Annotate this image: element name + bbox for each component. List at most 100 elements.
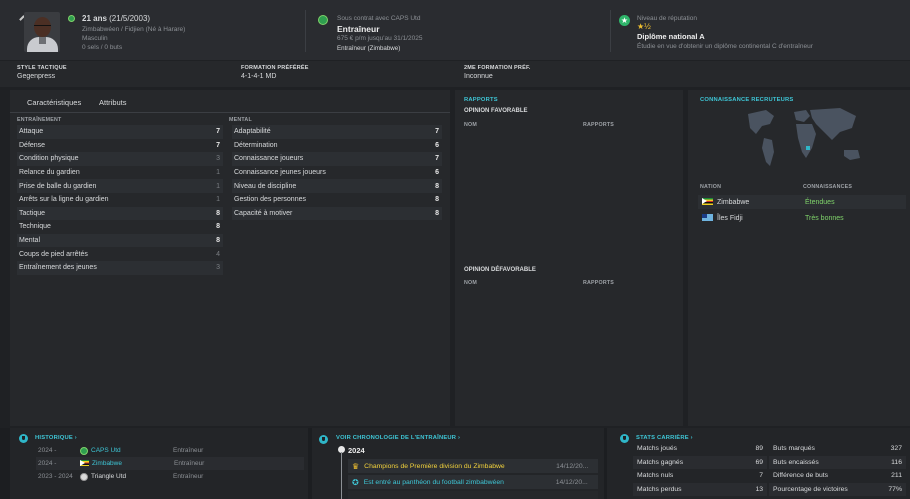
- stat-row: Pourcentage de victoires 77%: [769, 482, 906, 496]
- scouting-col-nation: NATION: [700, 184, 722, 190]
- reputation-star-icon: ★: [619, 15, 630, 26]
- stat-label: Buts marqués: [773, 445, 815, 452]
- attribute-name: Condition physique: [19, 155, 79, 163]
- attribute-name: Technique: [19, 223, 51, 231]
- attribute-name: Défense: [19, 141, 46, 149]
- diploma: Diplôme national A: [637, 32, 705, 41]
- attribute-value: 8: [216, 209, 220, 217]
- stat-row: Matchs joués 89: [633, 442, 767, 455]
- timeline-title[interactable]: VOIR CHRONOLOGIE DE L'ENTRAÎNEUR ›: [336, 435, 460, 441]
- attribute-row[interactable]: Condition physique 3: [17, 152, 223, 166]
- stat-row: Matchs perdus 13: [633, 482, 767, 496]
- tab-attributes[interactable]: Attributs: [89, 98, 138, 113]
- stat-value: 77%: [888, 485, 902, 493]
- contract-detail: 675 € p/m jusqu'au 31/1/2025: [337, 35, 423, 42]
- stats-title[interactable]: STATS CARRIÈRE ›: [636, 435, 693, 441]
- stats-icon: [620, 434, 629, 443]
- scouting-panel: CONNAISSANCE RECRUTEURS NATION CONNAISSA…: [688, 90, 910, 426]
- profile-header: 21 ans (21/5/2003) Zimbabwéen / Fidjien …: [0, 0, 910, 60]
- diploma-detail: Étudie en vue d'obtenir un diplôme conti…: [637, 43, 813, 50]
- attribute-value: 1: [216, 169, 220, 177]
- history-role: Entraîneur: [174, 460, 205, 467]
- attribute-row[interactable]: Prise de balle du gardien 1: [17, 179, 223, 193]
- timeline-item[interactable]: ♛ Champions de Première division du Zimb…: [348, 459, 598, 473]
- tab-characteristics[interactable]: Caractéristiques: [27, 98, 81, 107]
- bottom-bar: HISTORIQUE › 2024 - CAPS Utd Entraîneur …: [0, 428, 910, 499]
- attribute-row[interactable]: Défense 7: [17, 139, 223, 153]
- attribute-row[interactable]: Arrêts sur la ligne du gardien 1: [17, 193, 223, 207]
- timeline-line: [341, 452, 342, 499]
- timeline-icon: [319, 435, 328, 444]
- attribute-value: 7: [216, 141, 220, 149]
- timeline-item[interactable]: ✪ Est entré au panthéon du football zimb…: [348, 475, 598, 489]
- stat-value: 116: [891, 458, 902, 466]
- caps-utd-badge-icon: [80, 446, 88, 455]
- stat-row: Différence de buts 211: [769, 469, 906, 482]
- attribute-row[interactable]: Détermination 6: [232, 139, 442, 153]
- stat-label: Matchs nuls: [637, 472, 674, 479]
- reports-panel: RAPPORTS OPINION FAVORABLE NOM RAPPORTS …: [455, 90, 683, 426]
- history-club[interactable]: CAPS Utd: [91, 447, 173, 454]
- history-club[interactable]: Triangle Utd: [91, 473, 173, 480]
- contract-label[interactable]: Sous contrat avec CAPS Utd: [337, 15, 420, 22]
- formation2-label: 2ME FORMATION PRÉF.: [464, 65, 531, 71]
- attribute-name: Attaque: [19, 128, 44, 136]
- role: Entraîneur: [337, 24, 380, 34]
- hall-of-fame-icon: ✪: [352, 477, 359, 487]
- contract-role-secondary: Entraîneur (Zimbabwe): [337, 45, 401, 52]
- timeline-item-date: 14/12/20...: [555, 478, 588, 486]
- attribute-row[interactable]: Tactique 8: [17, 206, 223, 221]
- tactic-style-value: Gegenpress: [17, 73, 56, 80]
- attribute-value: 8: [435, 182, 439, 190]
- attribute-name: Coups de pied arrêtés: [19, 250, 88, 258]
- history-row[interactable]: 2024 - CAPS Utd Entraîneur: [36, 444, 304, 457]
- history-row[interactable]: 2023 - 2024 Triangle Utd Entraîneur: [36, 470, 304, 483]
- attribute-row[interactable]: Entraînement des jeunes 3: [17, 261, 223, 275]
- attribute-value: 8: [216, 237, 220, 245]
- attribute-row[interactable]: Coups de pied arrêtés 4: [17, 247, 223, 261]
- attribute-row[interactable]: Connaissance jeunes joueurs 6: [232, 166, 442, 180]
- attributes-panel: Caractéristiques Attributs ENTRAÎNEMENT …: [10, 90, 450, 426]
- stat-value: 69: [755, 458, 763, 466]
- attribute-row[interactable]: Gestion des personnes 8: [232, 193, 442, 207]
- attribute-name: Arrêts sur la ligne du gardien: [19, 196, 109, 204]
- history-years: 2024 -: [38, 460, 57, 467]
- unfavorable-col-name: NOM: [464, 280, 477, 286]
- stat-label: Pourcentage de victoires: [773, 485, 848, 493]
- reports-title[interactable]: RAPPORTS: [464, 97, 498, 103]
- timeline-item-date: 14/12/20...: [556, 462, 589, 470]
- attribute-row[interactable]: Connaissance joueurs 7: [232, 152, 442, 166]
- age-line: 21 ans (21/5/2003): [82, 14, 150, 23]
- tactic-style-label: STYLE TACTIQUE: [17, 65, 67, 71]
- history-row[interactable]: 2024 - Zimbabwe Entraîneur: [36, 457, 304, 470]
- history-club[interactable]: Zimbabwe: [92, 460, 174, 467]
- attribute-row[interactable]: Technique 8: [17, 220, 223, 234]
- stat-value: 327: [890, 445, 902, 452]
- stat-label: Buts encaissés: [773, 458, 819, 466]
- attribute-row[interactable]: Niveau de discipline 8: [232, 179, 442, 193]
- scouting-row[interactable]: Zimbabwe Étendues: [698, 195, 906, 209]
- scouting-nation: Îles Fidji: [717, 214, 743, 222]
- attribute-row[interactable]: Adaptabilité 7: [232, 125, 442, 139]
- gender: Masculin: [82, 35, 108, 42]
- history-title[interactable]: HISTORIQUE ›: [35, 435, 77, 441]
- attribute-value: 8: [435, 196, 439, 204]
- favorable-col-reports: RAPPORTS: [583, 122, 615, 128]
- reputation-stars: ★½: [637, 22, 651, 31]
- attribute-name: Adaptabilité: [234, 128, 271, 136]
- attribute-name: Capacité à motiver: [234, 209, 293, 217]
- history-role: Entraîneur: [173, 447, 204, 454]
- attribute-row[interactable]: Relance du gardien 1: [17, 166, 223, 180]
- caps-utd-badge-icon[interactable]: [318, 15, 328, 25]
- attribute-name: Connaissance jeunes joueurs: [234, 169, 326, 177]
- reputation-label: Niveau de réputation: [637, 15, 697, 22]
- attribute-value: 7: [435, 155, 439, 163]
- attribute-row[interactable]: Capacité à motiver 8: [232, 206, 442, 221]
- attribute-row[interactable]: Mental 8: [17, 233, 223, 248]
- nationality: Zimbabwéen / Fidjien (Né à Harare): [82, 26, 186, 33]
- formation-label: FORMATION PRÉFÉRÉE: [241, 65, 309, 71]
- scouting-knowledge: Très bonnes: [805, 214, 844, 222]
- scouting-row[interactable]: Îles Fidji Très bonnes: [698, 211, 906, 225]
- attribute-row[interactable]: Attaque 7: [17, 125, 223, 139]
- scouting-knowledge: Étendues: [805, 198, 835, 206]
